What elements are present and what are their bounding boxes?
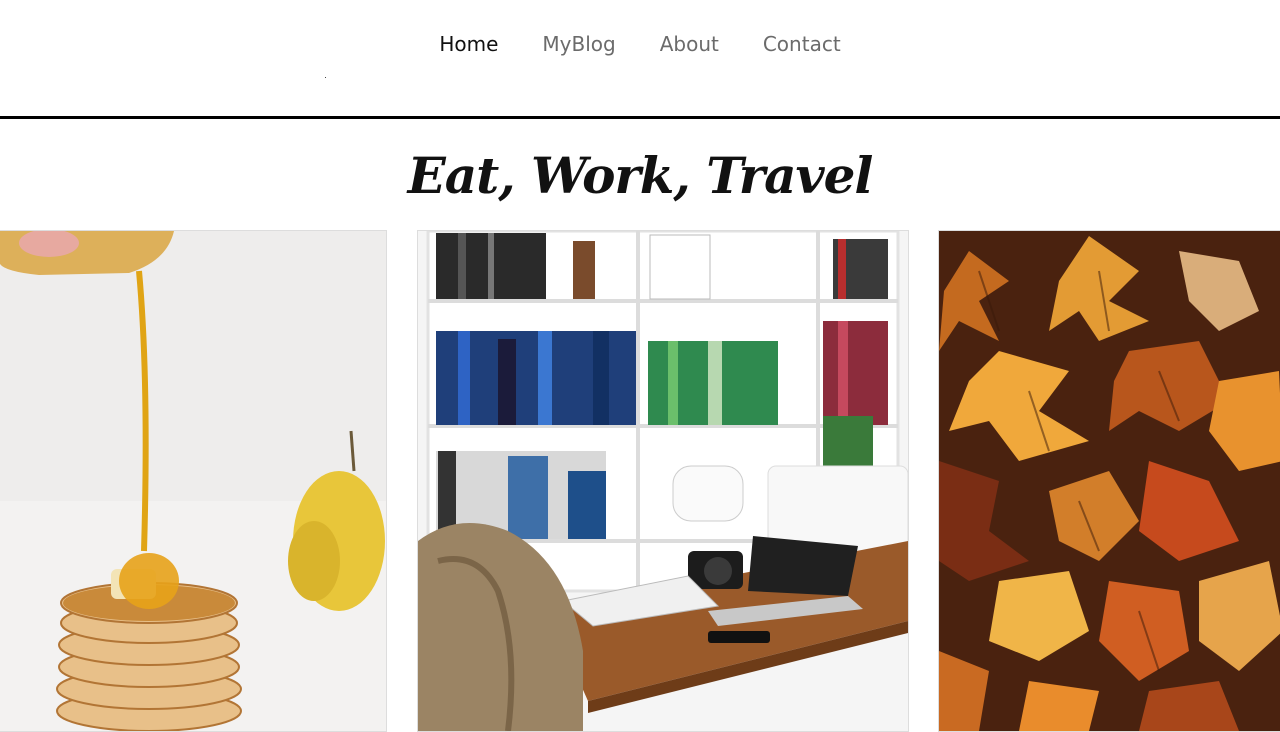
top-navbar: Home MyBlog About Contact bbox=[0, 0, 1280, 119]
nav-myblog-link[interactable]: MyBlog bbox=[520, 30, 637, 58]
pancakes-honey-image bbox=[0, 231, 386, 731]
nav-about-link[interactable]: About bbox=[638, 30, 741, 58]
food-card[interactable] bbox=[0, 230, 387, 732]
hero-title: Eat, Work, Travel bbox=[407, 146, 874, 205]
autumn-leaves-image bbox=[939, 231, 1280, 731]
work-card[interactable] bbox=[417, 230, 909, 732]
bookshelf-desk-image bbox=[418, 231, 908, 731]
nav-contact-link[interactable]: Contact bbox=[741, 30, 863, 58]
nav-home-link[interactable]: Home bbox=[417, 30, 520, 58]
travel-card[interactable] bbox=[938, 230, 1280, 732]
stray-dot bbox=[325, 77, 326, 78]
main-nav: Home MyBlog About Contact bbox=[0, 30, 1280, 58]
